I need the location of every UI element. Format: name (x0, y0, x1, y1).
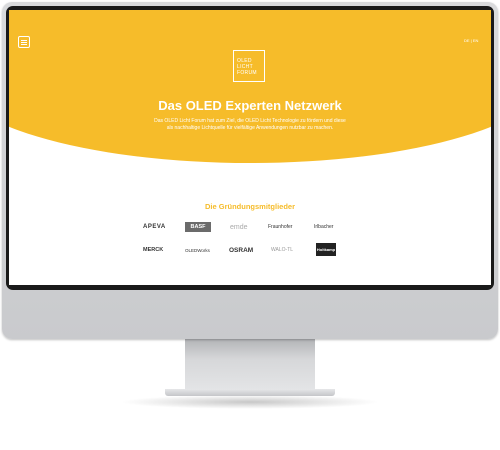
member-logo-basf[interactable]: BASF (185, 222, 211, 232)
hero-subtitle: Das OLED Licht Forum hat zum Ziel, die O… (154, 118, 346, 131)
member-logo-fraunhofer[interactable]: Fraunhofer (268, 223, 292, 232)
member-logo-apeva[interactable]: APEVA (143, 223, 166, 232)
screen: ▭ ‹ › ◐ 🔒 oledlichtforum.de ↻ ⇪ + ⧉ DE |… (9, 10, 491, 285)
member-logo-merck[interactable]: MERCK (143, 246, 163, 255)
hero-title: Das OLED Experten Netzwerk (158, 98, 342, 113)
member-logo-oledworks[interactable]: OLEDWorks (185, 246, 210, 255)
monitor-chin (4, 294, 500, 341)
language-switch[interactable]: DE | EN (464, 38, 478, 43)
monitor-stand (185, 339, 315, 389)
monitor-shadow (120, 395, 380, 409)
monitor-foot (165, 389, 335, 396)
menu-button[interactable] (18, 36, 30, 48)
menu-icon-line (21, 41, 27, 43)
oled-licht-forum-logo[interactable]: OLED LICHT FORUM (233, 50, 265, 82)
member-logo-walo-tl[interactable]: WALO-TL (271, 246, 293, 255)
logo-line: FORUM (237, 70, 257, 76)
monitor: ▭ ‹ › ◐ 🔒 oledlichtforum.de ↻ ⇪ + ⧉ DE |… (2, 2, 498, 339)
web-page: DE | EN OLED LICHT FORUM Das OLED Expert… (9, 10, 491, 285)
member-logo-holtkamp[interactable]: Holtkamp (316, 243, 336, 256)
member-logo-osram[interactable]: OSRAM (229, 246, 253, 255)
menu-icon-line (21, 43, 27, 45)
member-logo-emde[interactable]: emde (230, 223, 248, 232)
menu-icon-line (21, 39, 27, 41)
hero-banner (9, 10, 491, 163)
members-heading: Die Gründungsmitglieder (204, 202, 295, 211)
member-logo-irlbacher[interactable]: Irlbacher (314, 223, 333, 232)
